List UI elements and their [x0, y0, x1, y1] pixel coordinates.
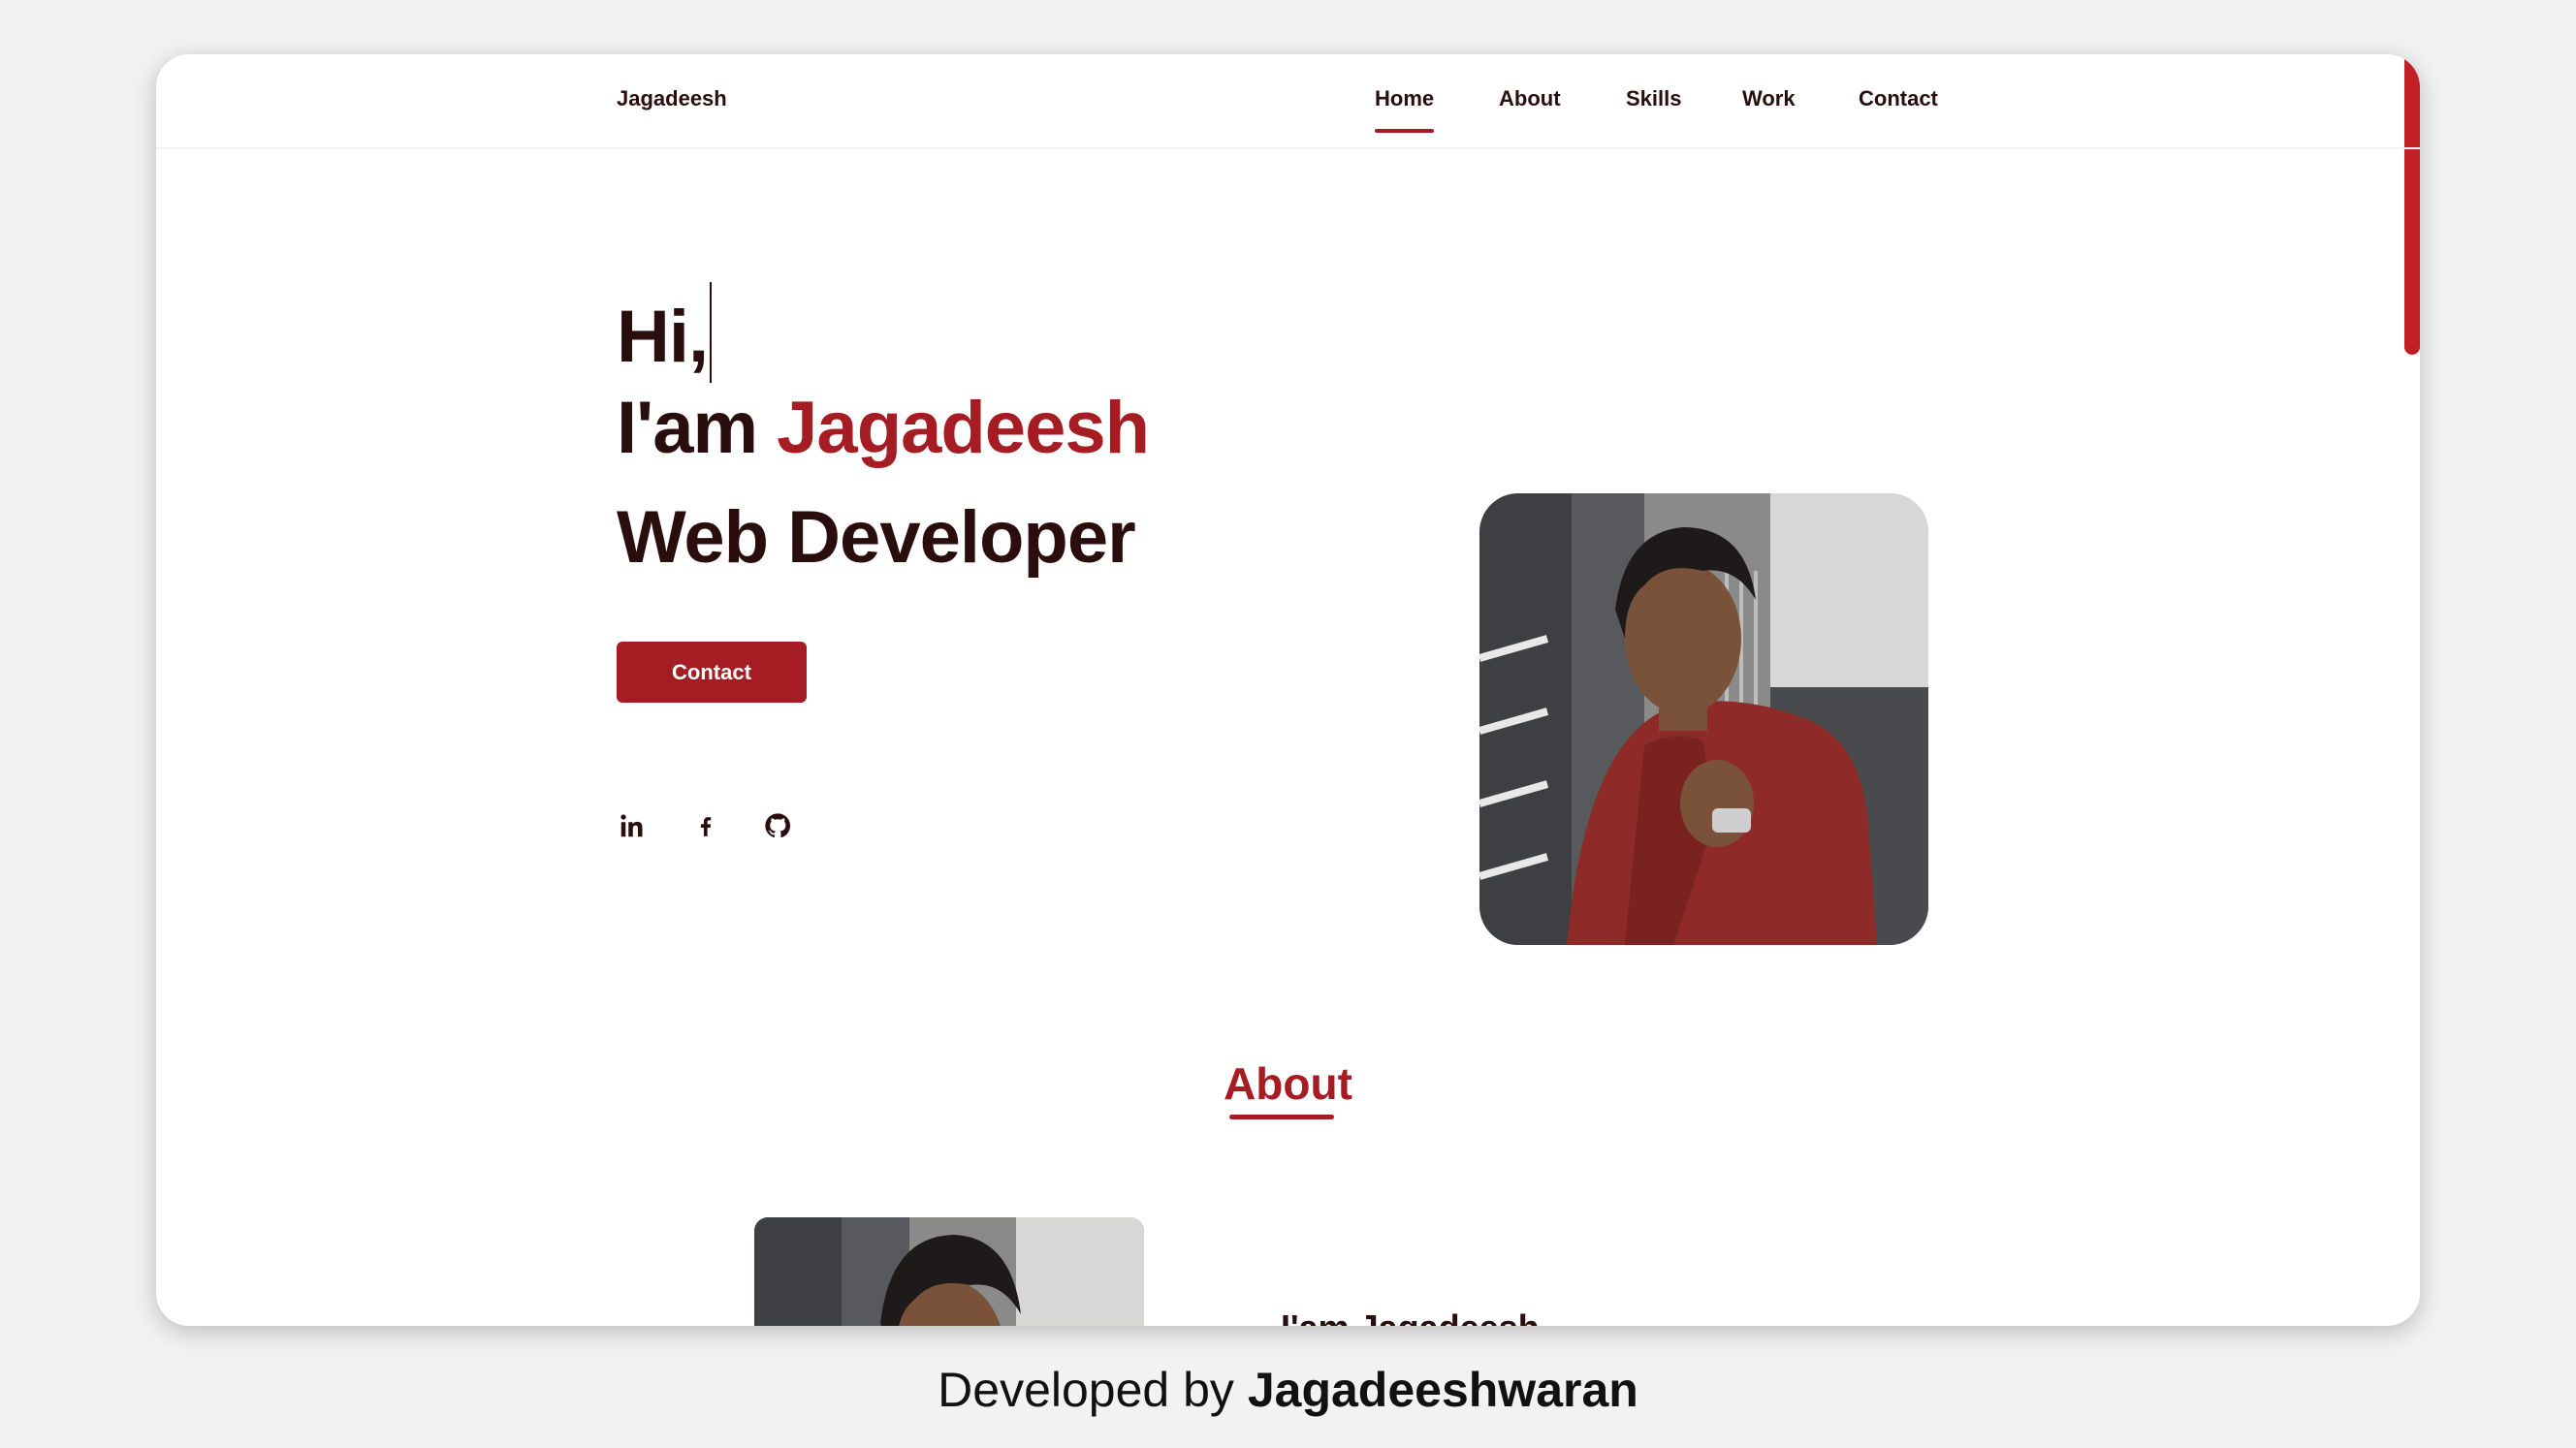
about-photo [754, 1217, 1144, 1326]
linkedin-icon[interactable] [613, 806, 652, 845]
hero-name: Jagadeesh [777, 387, 1150, 469]
hero-intro: I'am Jagadeesh [617, 392, 1150, 465]
browser-window: Jagadeesh Home About Skills Work Contact… [156, 54, 2420, 1326]
github-icon[interactable] [758, 806, 797, 845]
hero-greeting: Hi, [617, 282, 713, 383]
about-name-heading: I'am Jagadeesh [1281, 1307, 1540, 1326]
footer-author: Jagadeeshwaran [1247, 1363, 1638, 1417]
about-title-underline [1229, 1115, 1334, 1119]
facebook-icon[interactable] [686, 806, 725, 845]
contact-button[interactable]: Contact [617, 642, 807, 703]
intro-prefix: I'am [617, 387, 778, 469]
typing-cursor [710, 282, 713, 383]
navbar: Jagadeesh Home About Skills Work Contact [156, 54, 2420, 149]
nav-skills[interactable]: Skills [1626, 86, 1681, 111]
brand-logo[interactable]: Jagadeesh [617, 86, 727, 111]
footer-credit: Developed by Jagadeeshwaran [0, 1362, 2576, 1418]
nav-contact[interactable]: Contact [1859, 86, 1938, 111]
profile-photo [1479, 493, 1928, 945]
footer-prefix: Developed by [938, 1363, 1248, 1417]
nav-work[interactable]: Work [1742, 86, 1796, 111]
nav-home[interactable]: Home [1375, 86, 1435, 133]
nav-about[interactable]: About [1499, 86, 1561, 111]
about-title: About [1224, 1058, 1352, 1109]
greeting-text: Hi, [617, 296, 709, 378]
hero-role: Web Developer [617, 496, 1136, 579]
